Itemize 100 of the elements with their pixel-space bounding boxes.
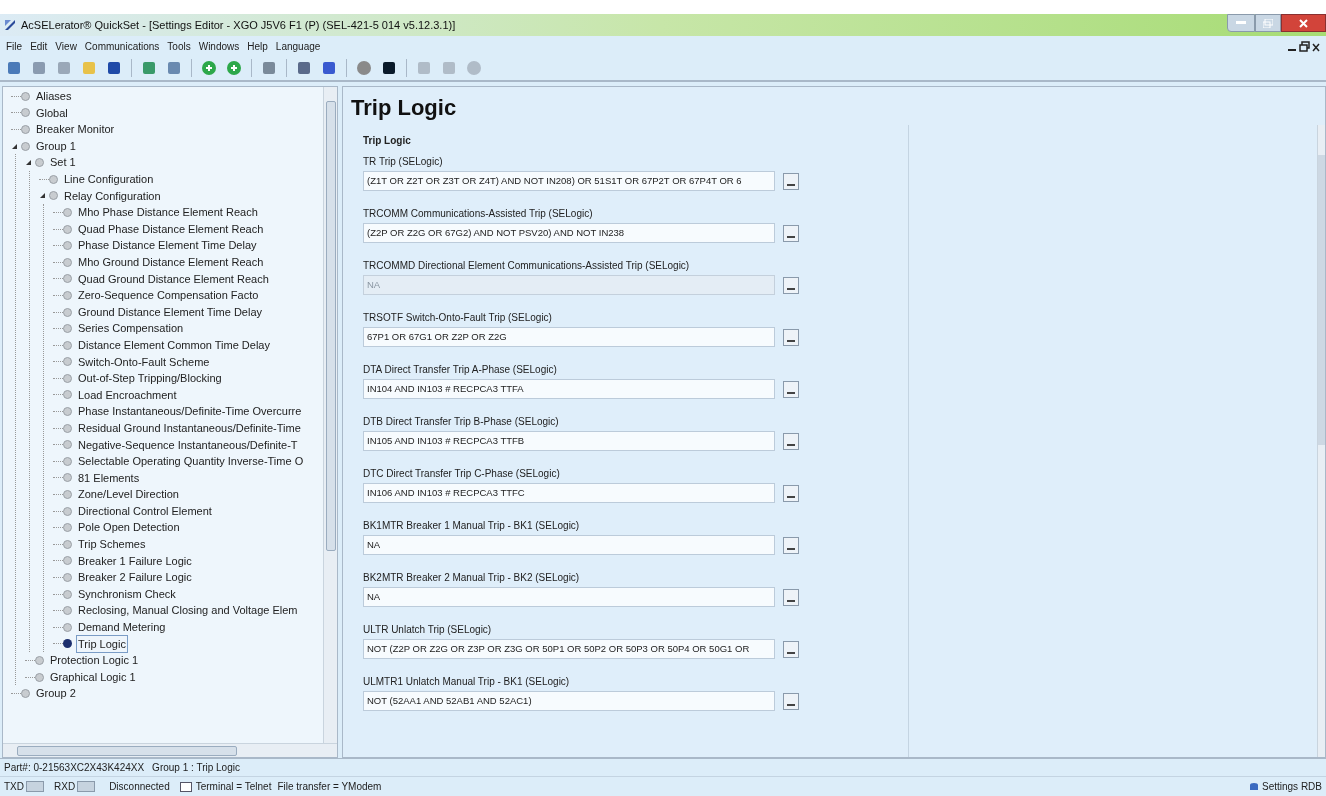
tree-item[interactable]: Protection Logic 1 [48, 651, 141, 670]
tree-item[interactable]: Pole Open Detection [76, 518, 182, 537]
field-label: BK2MTR Breaker 2 Manual Trip - BK2 (SELogic) [363, 571, 581, 584]
tree-item[interactable]: Zone/Level Direction [76, 485, 181, 504]
close-button[interactable] [1281, 14, 1326, 32]
tree-item[interactable]: Breaker Monitor [34, 120, 117, 139]
ellipsis-icon [787, 599, 795, 602]
edit-button[interactable] [783, 432, 799, 450]
edit-button[interactable] [783, 588, 799, 606]
txd-label: TXD [4, 780, 24, 794]
terminal-icon[interactable] [381, 60, 397, 76]
edit-button[interactable] [783, 328, 799, 346]
logic-field[interactable]: IN104 AND IN103 # RECPCA3 TTFA [363, 379, 775, 399]
connection-status: Disconnected [109, 780, 170, 794]
tree-item[interactable]: Out-of-Step Tripping/Blocking [76, 369, 224, 388]
rxd-indicator [77, 781, 96, 792]
tree-item[interactable]: Relay Configuration [62, 186, 163, 206]
field-label: TR Trip (SELogic) [363, 155, 444, 168]
tree-item[interactable]: Reclosing, Manual Closing and Voltage Elem [76, 601, 300, 620]
tree-item[interactable]: Switch-Onto-Fault Scheme [76, 352, 212, 372]
menu-item[interactable]: Windows [198, 38, 240, 54]
tree-item[interactable]: Quad Phase Distance Element Reach [76, 219, 266, 239]
tree-item[interactable]: Global [34, 103, 70, 123]
scrollbar[interactable] [323, 87, 337, 743]
scrollbar[interactable] [3, 743, 337, 757]
toolbar-icon[interactable] [141, 60, 157, 76]
close-icon [1299, 18, 1308, 28]
logic-field[interactable]: (Z1T OR Z2T OR Z3T OR Z4T) AND NOT IN208) OR 51S1T OR 67P2T OR 67P4T OR 6 [363, 171, 775, 191]
menu-item[interactable]: Help [247, 38, 268, 54]
toolbar-icon[interactable] [261, 60, 277, 76]
logic-field[interactable]: NA [363, 535, 775, 555]
menu-item[interactable]: View [55, 38, 77, 54]
field-label: DTC Direct Transfer Trip C-Phase (SELogic) [363, 467, 561, 480]
tree-item[interactable]: Residual Ground Instantaneous/Definite-Time [76, 418, 303, 438]
tree-item[interactable]: Trip Schemes [76, 535, 148, 554]
tree-item[interactable]: Ground Distance Element Time Delay [76, 302, 265, 322]
tree-item[interactable]: 81 Elements [76, 468, 142, 488]
toolbar-icon[interactable] [296, 60, 312, 76]
tree-item[interactable]: Negative-Sequence Instantaneous/Definite-T [76, 435, 300, 454]
tree-item[interactable]: Breaker 1 Failure Logic [76, 551, 194, 571]
tree-item[interactable]: Breaker 2 Failure Logic [76, 568, 194, 587]
tree-item[interactable]: Demand Metering [76, 618, 168, 637]
tree-item[interactable]: Group 2 [34, 684, 78, 703]
rxd-label: RXD [54, 780, 76, 794]
menu-item[interactable]: Tools [167, 38, 191, 54]
logic-field[interactable]: IN106 AND IN103 # RECPCA3 TTFC [363, 483, 775, 503]
ellipsis-icon [787, 495, 795, 498]
tree-item[interactable]: Distance Element Common Time Delay [76, 335, 272, 355]
minimize-button[interactable] [1227, 14, 1255, 32]
menu-item[interactable]: File [6, 38, 23, 54]
edit-button[interactable] [783, 536, 799, 554]
menu-item[interactable]: Language [275, 38, 321, 54]
tree-item[interactable]: Phase Distance Element Time Delay [76, 236, 259, 255]
field-label: DTB Direct Transfer Trip B-Phase (SELogic) [363, 415, 560, 428]
edit-button[interactable] [783, 640, 799, 658]
logic-field[interactable]: IN105 AND IN103 # RECPCA3 TTFB [363, 431, 775, 451]
logic-field[interactable]: 67P1 OR 67G1 OR Z2P OR Z2G [363, 327, 775, 347]
settings-database: Settings RDB [1261, 780, 1322, 794]
edit-button[interactable] [783, 276, 799, 294]
ellipsis-icon [787, 391, 795, 394]
app-icon [3, 18, 17, 32]
close-icon[interactable] [1312, 41, 1320, 52]
edit-button[interactable] [783, 172, 799, 190]
section-title: Trip Logic [363, 134, 412, 148]
tree-item[interactable]: Zero-Sequence Compensation Facto [76, 286, 261, 305]
tree-item[interactable]: Synchronism Check [76, 584, 178, 604]
tree-item[interactable]: Line Configuration [62, 170, 156, 189]
save-icon[interactable] [106, 60, 122, 76]
toolbar-icon[interactable] [321, 60, 337, 76]
menu-item[interactable]: Edit [30, 38, 48, 54]
tree-item[interactable]: Directional Control Element [76, 501, 214, 521]
logic-field[interactable]: NOT (52AA1 AND 52AB1 AND 52AC1) [363, 691, 775, 711]
scrollbar[interactable] [1317, 125, 1325, 757]
restore-icon [1263, 18, 1273, 28]
logic-field[interactable]: (Z2P OR Z2G OR 67G2) AND NOT PSV20) AND NOT IN238 [363, 223, 775, 243]
tree-item[interactable]: Set 1 [48, 153, 78, 172]
menu-item[interactable]: Communications [84, 38, 160, 54]
toolbar-icon[interactable] [356, 60, 372, 76]
tree-item[interactable]: Phase Instantaneous/Definite-Time Overcurre [76, 402, 304, 421]
restore-button[interactable] [1255, 14, 1281, 32]
tree-item[interactable]: Load Encroachment [76, 385, 179, 405]
tree-item[interactable]: Group 1 [34, 136, 78, 156]
ellipsis-icon [787, 443, 795, 446]
edit-button[interactable] [783, 692, 799, 710]
edit-button[interactable] [783, 380, 799, 398]
edit-button[interactable] [783, 484, 799, 502]
logic-field[interactable]: NOT (Z2P OR Z2G OR Z3P OR Z3G OR 50P1 OR 50P2 OR 50P3 OR 50P4 OR 50G1 OR [363, 639, 775, 659]
edit-button[interactable] [783, 224, 799, 242]
tree-item[interactable]: Graphical Logic 1 [48, 667, 138, 687]
tree-item[interactable]: Aliases [34, 87, 74, 106]
tree-item[interactable]: Series Compensation [76, 319, 186, 338]
tree-item[interactable]: Mho Phase Distance Element Reach [76, 203, 260, 222]
toolbar-icon[interactable] [166, 60, 182, 76]
logic-field[interactable]: NA [363, 587, 775, 607]
minimize-icon [1236, 21, 1246, 25]
tree-item[interactable]: Selectable Operating Quantity Inverse-Time O [76, 452, 306, 471]
tree-item[interactable]: Mho Ground Distance Element Reach [76, 253, 266, 272]
restore-icon[interactable] [1299, 40, 1310, 52]
part-number: Part#: 0-21563XC2X43K424XX [4, 761, 145, 775]
tree-item[interactable]: Quad Ground Distance Element Reach [76, 269, 271, 289]
